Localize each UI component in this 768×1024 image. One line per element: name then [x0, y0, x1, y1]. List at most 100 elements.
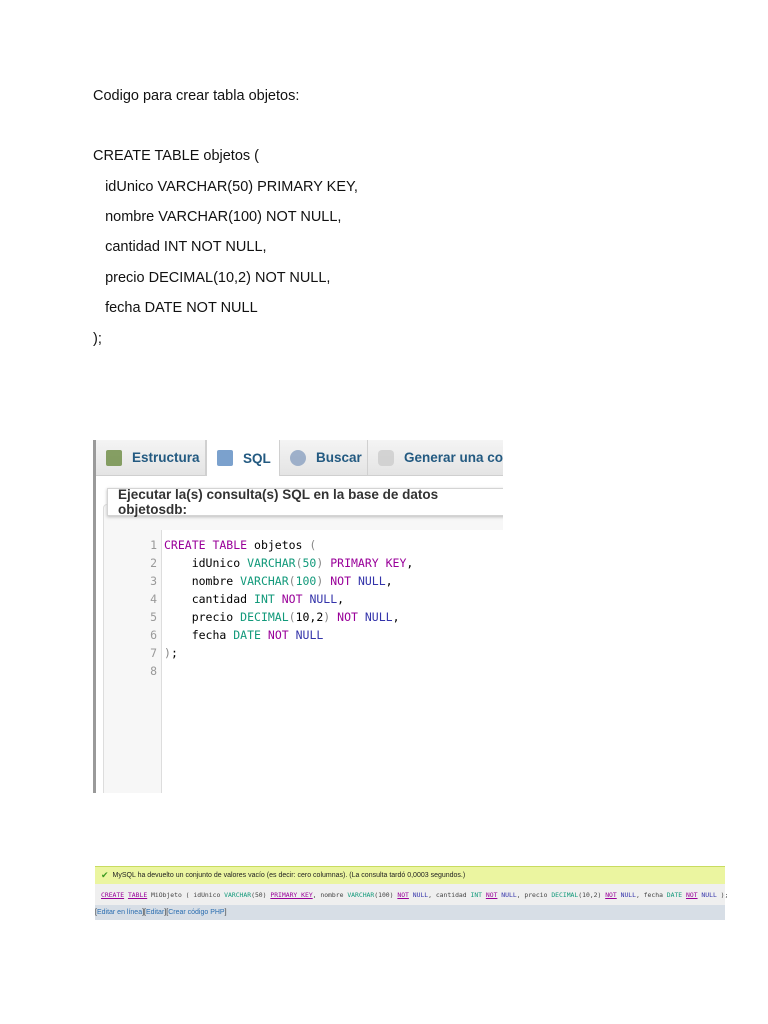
token-type: DECIMAL	[551, 890, 579, 899]
token-plain: precio	[164, 610, 241, 624]
token-plain: ,	[337, 592, 345, 606]
token-kw: NOT	[686, 890, 698, 899]
token-kw: CREATE TABLE	[164, 538, 248, 552]
token-kw: NOT	[485, 890, 498, 899]
token-type: DATE	[233, 628, 261, 642]
query-result-screenshot: ✔ MySQL ha devuelto un conjunto de valore…	[95, 866, 728, 920]
token-plain: , fecha	[635, 890, 667, 899]
token-punct: (	[288, 574, 296, 588]
token-type: INT	[470, 890, 483, 899]
token-type: 100	[295, 574, 317, 588]
token-null: NULL	[357, 574, 386, 588]
token-type: INT	[254, 592, 275, 606]
code-line: precio DECIMAL(10,2) NOT NULL,	[164, 610, 400, 624]
token-plain: objetos	[247, 538, 310, 552]
tab-sql[interactable]: SQL	[206, 440, 280, 476]
line-number: 2	[150, 556, 157, 570]
token-null: NULL	[295, 628, 324, 642]
token-plain: MiObjeto ( idUnico	[147, 890, 225, 899]
tab-label: Buscar	[316, 450, 362, 465]
executed-sql: CREATE TABLE MiObjeto ( idUnico VARCHAR(…	[95, 884, 728, 905]
token-null: NULL	[620, 890, 636, 899]
token-kw: PRIMARY KEY	[330, 556, 407, 570]
token-kw: NOT	[605, 890, 617, 899]
token-plain: 10,2	[295, 610, 324, 624]
token-plain: (10,2)	[578, 890, 606, 899]
line-gutter: 1 2 3 4 5 6 7 8	[117, 530, 162, 793]
line-number: 4	[150, 592, 157, 606]
tab-label: SQL	[243, 450, 271, 466]
token-plain: (50)	[251, 890, 271, 899]
code-line: CREATE TABLE objetos (	[93, 148, 260, 164]
tab-label: Estructura	[132, 450, 200, 465]
result-link-2[interactable]: Crear código PHP	[168, 909, 224, 916]
tab-bar: Estructura SQL Buscar Generar una con	[96, 440, 503, 476]
token-plain: );	[716, 890, 729, 899]
token-plain: ,	[385, 574, 393, 588]
token-type: 50	[302, 556, 317, 570]
token-plain: (100)	[374, 890, 398, 899]
token-plain: idUnico	[164, 556, 248, 570]
token-punct: )	[164, 646, 171, 660]
result-link-1[interactable]: Editar	[146, 909, 164, 916]
token-kw: PRIMARY KEY	[270, 890, 313, 899]
token-type: VARCHAR	[240, 574, 289, 588]
code-line: cantidad INT NOT NULL,	[93, 239, 267, 255]
sql-editor[interactable]: 1 2 3 4 5 6 7 8 CREATE TABLE objetos ( idUnico V…	[117, 530, 503, 793]
code-line: CREATE TABLE objetos (	[164, 538, 316, 552]
result-link-0[interactable]: Editar en línea	[97, 909, 142, 916]
tab-generar[interactable]: Generar una con	[368, 440, 503, 475]
token-null: NULL	[309, 592, 338, 606]
success-text: MySQL ha devuelto un conjunto de valores…	[112, 872, 466, 879]
token-null: NULL	[364, 610, 393, 624]
search-icon	[290, 449, 306, 466]
tab-buscar[interactable]: Buscar	[280, 440, 368, 475]
token-plain: nombre	[164, 574, 241, 588]
token-punct: (	[309, 538, 317, 552]
code-line: idUnico VARCHAR(50) PRIMARY KEY,	[164, 556, 414, 570]
token-kw: CREATE	[101, 890, 125, 899]
query-header-text: Ejecutar la(s) consulta(s) SQL en la bas…	[118, 487, 439, 517]
token-plain: ,	[392, 610, 400, 624]
code-line: idUnico VARCHAR(50) PRIMARY KEY,	[93, 179, 358, 195]
token-plain: , nombre	[312, 890, 348, 899]
token-plain: ;	[170, 646, 178, 660]
check-icon: ✔	[101, 870, 109, 880]
token-type: VARCHAR	[224, 890, 252, 899]
code-line: fecha DATE NOT NULL	[93, 300, 258, 316]
token-kw: NOT	[281, 592, 303, 606]
token-plain: fecha	[164, 628, 234, 642]
phpmyadmin-sql-screenshot: Estructura SQL Buscar Generar una con Ejecu…	[93, 440, 503, 793]
code-line: nombre VARCHAR(100) NOT NULL,	[93, 209, 342, 225]
structure-icon	[106, 449, 122, 466]
left-border	[93, 440, 96, 793]
token-type: DECIMAL	[240, 610, 289, 624]
line-number: 1	[150, 538, 157, 552]
query-header: Ejecutar la(s) consulta(s) SQL en la bas…	[107, 487, 503, 517]
token-plain: , precio	[516, 890, 552, 899]
token-null: NULL	[412, 890, 429, 899]
line-number: 8	[150, 664, 157, 678]
line-number: 3	[150, 574, 157, 588]
intro-text: Codigo para crear tabla objetos:	[93, 88, 300, 104]
code-line: precio DECIMAL(10,2) NOT NULL,	[93, 270, 331, 286]
line-number: 6	[150, 628, 157, 642]
token-type: DATE	[666, 890, 683, 899]
tab-estructura[interactable]: Estructura	[96, 440, 206, 475]
line-number: 7	[150, 646, 157, 660]
code-line: nombre VARCHAR(100) NOT NULL,	[164, 574, 393, 588]
token-punct: (	[295, 556, 303, 570]
code-line: fecha DATE NOT NULL	[164, 628, 324, 642]
token-plain: cantidad	[164, 592, 255, 606]
token-kw: NOT	[337, 610, 358, 624]
code-line: );	[164, 646, 178, 660]
token-plain: ,	[406, 556, 414, 570]
token-kw: NOT	[267, 628, 289, 642]
success-message: ✔ MySQL ha devuelto un conjunto de valore…	[95, 866, 725, 884]
token-null: NULL	[501, 890, 517, 899]
